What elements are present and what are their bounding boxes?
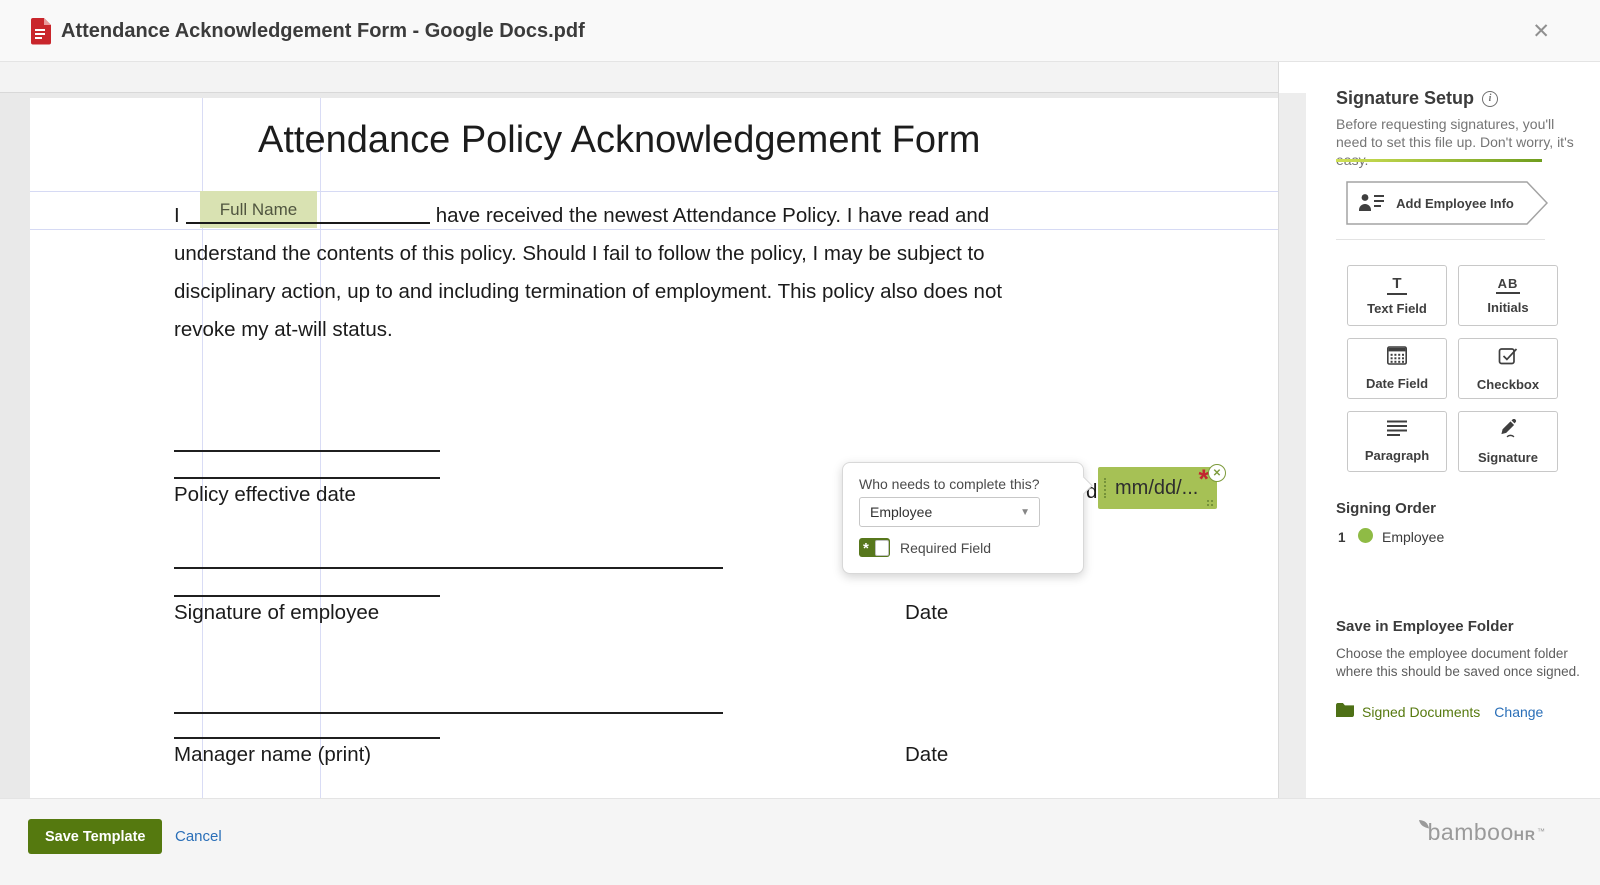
signature-setup-panel: Signature Setup i Before requesting sign…	[1306, 62, 1600, 798]
required-field-label: Required Field	[900, 540, 991, 556]
assignee-selected-value: Employee	[870, 498, 932, 526]
signature-icon	[1496, 419, 1520, 444]
signature-line	[174, 450, 440, 452]
folder-icon	[1336, 703, 1354, 720]
date-field-value: mm/dd/...	[1115, 467, 1198, 509]
folder-name: Signed Documents	[1362, 704, 1480, 720]
required-asterisk: *	[1198, 464, 1209, 495]
panel-title: Signature Setup i	[1336, 88, 1498, 109]
green-accent-rule	[1336, 159, 1542, 162]
manager-date-label: Date	[905, 743, 948, 767]
field-settings-popover: Who needs to complete this? Employee ▼ *…	[842, 462, 1084, 574]
form-body-line: understand the contents of this policy. …	[174, 242, 985, 266]
policy-date-label: Policy effective date	[174, 483, 356, 507]
signer-color-dot	[1358, 528, 1373, 543]
signature-line	[174, 595, 440, 597]
save-folder-heading: Save in Employee Folder	[1336, 618, 1514, 635]
initials-button[interactable]: AB Initials	[1458, 265, 1558, 326]
employee-date-label: Date	[905, 601, 948, 625]
intro-prefix: I	[174, 204, 180, 227]
form-body-line: revoke my at-will status.	[174, 318, 393, 342]
assignee-select[interactable]: Employee ▼	[859, 497, 1040, 527]
name-blank-line	[186, 222, 430, 224]
date-field-icon	[1387, 346, 1407, 370]
pdf-page: Attendance Policy Acknowledgement Form F…	[30, 98, 1278, 798]
toggle-asterisk: *	[863, 540, 869, 557]
document-title: Attendance Acknowledgement Form - Google…	[61, 0, 585, 62]
form-body-line: disciplinary action, up to and including…	[174, 280, 1002, 304]
resize-handle-dots[interactable]	[1207, 500, 1209, 502]
signature-button[interactable]: Signature	[1458, 411, 1558, 472]
info-icon[interactable]: i	[1482, 91, 1498, 107]
intro-rest: have received the newest Attendance Poli…	[436, 204, 989, 227]
drag-handle-dots[interactable]	[1104, 478, 1106, 498]
pdf-file-icon	[30, 17, 52, 50]
text-field-icon: T	[1387, 275, 1406, 295]
paragraph-button[interactable]: Paragraph	[1347, 411, 1447, 472]
grid-line-horizontal	[30, 229, 1278, 230]
chevron-down-icon: ▼	[1020, 498, 1030, 526]
save-folder-row: Signed Documents Change	[1336, 703, 1543, 720]
assignee-question: Who needs to complete this?	[859, 476, 1040, 492]
signature-line	[174, 477, 440, 479]
checkbox-icon	[1498, 346, 1518, 371]
remove-field-icon[interactable]: ✕	[1208, 464, 1226, 482]
sidebar-divider	[1336, 239, 1545, 240]
form-title: Attendance Policy Acknowledgement Form	[258, 119, 980, 162]
signer-name: Employee	[1382, 529, 1444, 545]
form-intro-line: Ihave received the newest Attendance Pol…	[174, 204, 989, 228]
add-employee-info-button[interactable]: Add Employee Info	[1346, 181, 1548, 225]
modal-header: Attendance Acknowledgement Form - Google…	[0, 0, 1600, 62]
checkbox-button[interactable]: Checkbox	[1458, 338, 1558, 399]
date-field-chip[interactable]: mm/dd/... *	[1098, 467, 1217, 509]
signature-line	[174, 712, 723, 714]
pdf-toolbar: 160% 1 of 2 ◀ ▶	[0, 62, 1278, 93]
employee-signature-label: Signature of employee	[174, 601, 379, 625]
close-icon[interactable]: ✕	[1532, 0, 1550, 62]
footer-bar: Save Template Cancel bamboo HR ™	[0, 798, 1600, 885]
initials-icon: AB	[1496, 276, 1521, 294]
toggle-knob	[875, 540, 889, 556]
signature-line	[174, 737, 440, 739]
change-folder-link[interactable]: Change	[1494, 704, 1543, 720]
employee-info-icon	[1358, 192, 1386, 215]
bamboohr-logo: bamboo HR ™	[1418, 819, 1545, 846]
signing-order-heading: Signing Order	[1336, 500, 1436, 517]
required-field-toggle[interactable]: *	[859, 538, 890, 557]
date-field-button[interactable]: Date Field	[1347, 338, 1447, 399]
grid-line-vertical	[320, 98, 321, 798]
paragraph-icon	[1386, 420, 1408, 442]
save-template-button[interactable]: Save Template	[28, 819, 162, 854]
cancel-link[interactable]: Cancel	[175, 819, 222, 854]
add-employee-info-label: Add Employee Info	[1396, 196, 1514, 211]
preview-scroll-gutter[interactable]	[1278, 62, 1306, 798]
save-folder-description: Choose the employee document folder wher…	[1336, 645, 1584, 681]
signature-line	[174, 567, 723, 569]
text-field-button[interactable]: T Text Field	[1347, 265, 1447, 326]
signer-number: 1	[1338, 530, 1346, 545]
manager-name-label: Manager name (print)	[174, 743, 371, 767]
